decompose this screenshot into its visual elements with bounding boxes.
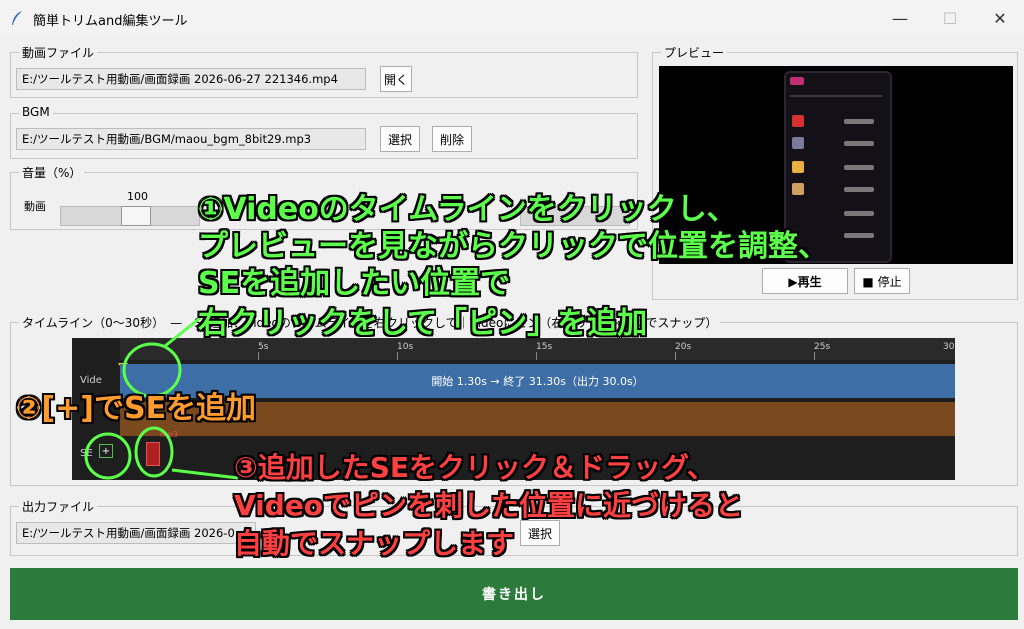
annotation-step1-line3: SEを追加したい位置で <box>198 266 511 301</box>
annotation-step3-line3: 自動でスナップします <box>234 527 515 560</box>
annotation-step2: ②[+]でSEを追加 <box>16 391 257 426</box>
pin-connector-line <box>164 316 201 348</box>
annotation-step3-line2: Videoでピンを刺した位置に近づけると <box>234 489 744 522</box>
se-clip-highlight-circle <box>134 426 174 478</box>
se-connector-line <box>171 468 239 480</box>
annotation-step1-line4: 右クリックをして「ピン」を追加 <box>198 306 648 341</box>
add-se-highlight-circle <box>84 432 132 480</box>
annotation-step3-line1: ③追加したSEをクリック＆ドラッグ、 <box>234 451 716 484</box>
